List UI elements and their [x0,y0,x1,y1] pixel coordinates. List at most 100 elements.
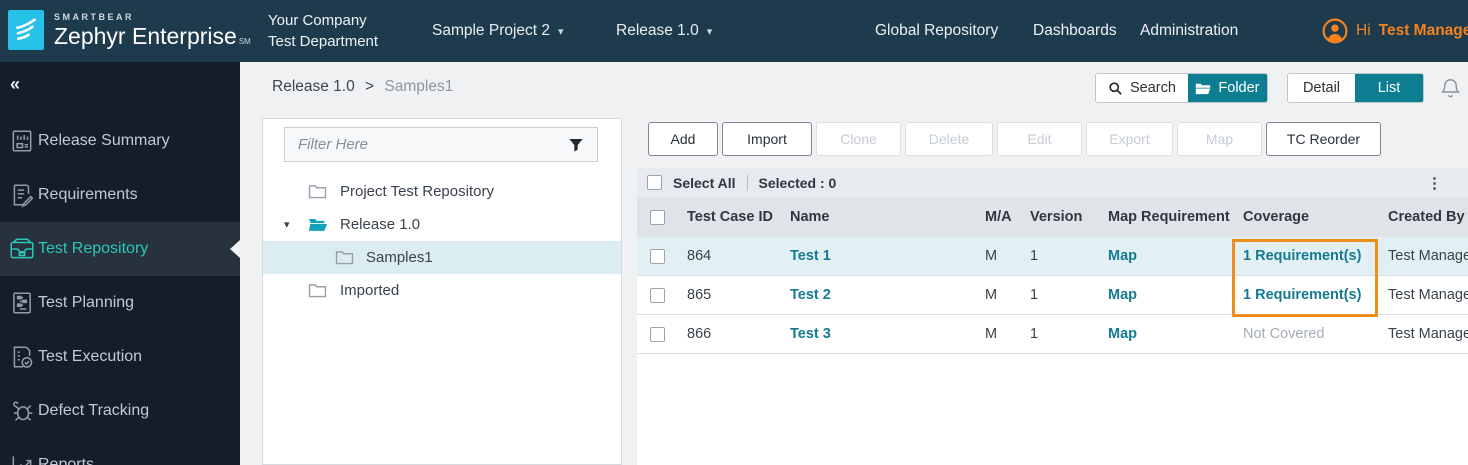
filter-funnel-icon[interactable] [568,137,584,153]
notification-bell-icon[interactable] [1440,77,1461,100]
column-header-created-by[interactable]: Created By [1378,209,1468,225]
row-checkbox[interactable] [649,287,665,303]
folder-tree: Project Test Repository ▾ Release 1.0 Sa… [263,175,621,307]
zephyr-feather-logo-icon [8,10,44,50]
cell-ma: M [985,326,998,342]
map-button[interactable]: Map [1177,122,1262,156]
test-case-name-link[interactable]: Test 2 [780,287,975,303]
search-icon [1108,81,1123,96]
folder-closed-icon [308,283,327,298]
sidebar-item-release-summary[interactable]: Release Summary [0,114,240,168]
coverage-not-covered: Not Covered [1243,326,1325,342]
tree-filter-box [284,127,598,162]
brand-logo[interactable]: SMARTBEAR Zephyr Enterprise SM [8,10,251,50]
nav-link-administration[interactable]: Administration [1140,0,1238,62]
cell-created-by: Test Manager [1388,287,1468,303]
sidebar-item-reports[interactable]: Reports [0,438,240,465]
tree-expand-caret-icon[interactable]: ▾ [284,218,290,231]
column-header-map-requirement[interactable]: Map Requirement [1098,209,1233,225]
product-wordmark: Zephyr Enterprise SM [54,22,251,49]
user-avatar-icon [1322,18,1348,44]
import-button[interactable]: Import [722,122,812,156]
user-menu[interactable]: Hi Test Manager [1322,0,1468,62]
table-header-row: Test Case ID Name M/A Version Map Requir… [637,197,1468,237]
detail-list-toggle: Detail List [1287,73,1424,103]
header-checkbox[interactable] [649,209,665,225]
table-row[interactable]: 865 Test 2 M 1 Map 1 Requirement(s) Test… [637,276,1468,315]
coverage-link[interactable]: 1 Requirement(s) [1233,287,1378,303]
search-folder-toggle: Search Folder [1095,73,1268,103]
folder-toggle-button[interactable]: Folder [1187,74,1267,102]
test-planning-icon [8,289,36,317]
release-dropdown[interactable]: Release 1.0 ▾ [616,0,712,62]
column-header-name[interactable]: Name [780,209,975,225]
tree-filter-input[interactable] [285,136,568,153]
row-checkbox[interactable] [649,248,665,264]
map-link[interactable]: Map [1098,326,1233,342]
table-row[interactable]: 864 Test 1 M 1 Map 1 Requirement(s) Test… [637,237,1468,276]
defect-tracking-icon [8,397,36,425]
map-link[interactable]: Map [1098,287,1233,303]
table-row[interactable]: 866 Test 3 M 1 Map Not Covered Test Mana… [637,315,1468,354]
breadcrumb: Release 1.0 > Samples1 [272,78,453,96]
cell-created-by: Test Manager [1388,248,1468,264]
search-toggle-button[interactable]: Search [1096,74,1188,102]
test-execution-icon [8,343,36,371]
tree-node-samples1[interactable]: Samples1 [263,241,621,274]
sidebar-item-test-repository[interactable]: Test Repository [0,222,240,276]
cell-version: 1 [1030,326,1039,342]
user-greeting: Hi [1356,22,1371,39]
add-button[interactable]: Add [648,122,718,156]
collapse-double-chevron-left-icon[interactable]: « [10,74,20,95]
list-toggle-button[interactable]: List [1355,74,1423,102]
selected-count: Selected : 0 [758,174,837,191]
cell-ma: M [985,287,998,303]
delete-button[interactable]: Delete [905,122,993,156]
detail-toggle-button[interactable]: Detail [1288,74,1355,102]
map-link[interactable]: Map [1098,248,1233,264]
breadcrumb-current: Samples1 [384,78,454,95]
folder-closed-icon [308,184,327,199]
column-header-ma[interactable]: M/A [975,209,1020,225]
test-case-grid-area: Add Import Clone Delete Edit Export Map … [637,120,1468,465]
company-department-label: Your Company Test Department [268,12,379,50]
user-name: Test Manager [1378,22,1468,39]
select-all-checkbox[interactable] [647,175,662,190]
cell-ma: M [985,248,998,264]
test-repository-icon [8,235,36,263]
column-header-coverage[interactable]: Coverage [1233,209,1378,225]
edit-button[interactable]: Edit [997,122,1082,156]
sidebar-item-defect-tracking[interactable]: Defect Tracking [0,384,240,438]
cell-version: 1 [1030,287,1039,303]
cell-test-case-id: 866 [687,326,712,342]
folder-tree-panel: Project Test Repository ▾ Release 1.0 Sa… [262,118,622,465]
tc-reorder-button[interactable]: TC Reorder [1266,122,1381,156]
left-sidebar: « Release Summary Requirements Test Repo… [0,62,240,465]
nav-link-dashboards[interactable]: Dashboards [1033,0,1117,62]
column-header-test-case-id[interactable]: Test Case ID [677,209,780,225]
smartbear-wordmark: SMARTBEAR [54,11,134,22]
sidebar-item-label: Test Planning [38,294,135,311]
cell-test-case-id: 865 [687,287,712,303]
project-dropdown[interactable]: Sample Project 2 ▾ [432,0,564,62]
tree-node-release-1-0[interactable]: ▾ Release 1.0 [263,208,621,241]
tree-node-project-test-repository[interactable]: Project Test Repository [263,175,621,208]
breadcrumb-parent[interactable]: Release 1.0 [272,78,355,95]
tree-node-imported[interactable]: Imported [263,274,621,307]
column-header-version[interactable]: Version [1020,209,1098,225]
kebab-menu-icon[interactable]: ⋮ [1427,174,1442,192]
sidebar-item-label: Requirements [38,186,138,203]
export-button[interactable]: Export [1086,122,1173,156]
chevron-down-icon: ▾ [706,25,713,38]
coverage-link[interactable]: 1 Requirement(s) [1233,248,1378,264]
test-case-name-link[interactable]: Test 1 [780,248,975,264]
clone-button[interactable]: Clone [816,122,901,156]
sidebar-item-test-execution[interactable]: Test Execution [0,330,240,384]
nav-link-global-repository[interactable]: Global Repository [875,0,998,62]
divider [746,174,748,191]
sidebar-item-requirements[interactable]: Requirements [0,168,240,222]
sidebar-item-test-planning[interactable]: Test Planning [0,276,240,330]
sidebar-item-label: Test Repository [38,240,149,257]
test-case-name-link[interactable]: Test 3 [780,326,975,342]
row-checkbox[interactable] [649,326,665,342]
